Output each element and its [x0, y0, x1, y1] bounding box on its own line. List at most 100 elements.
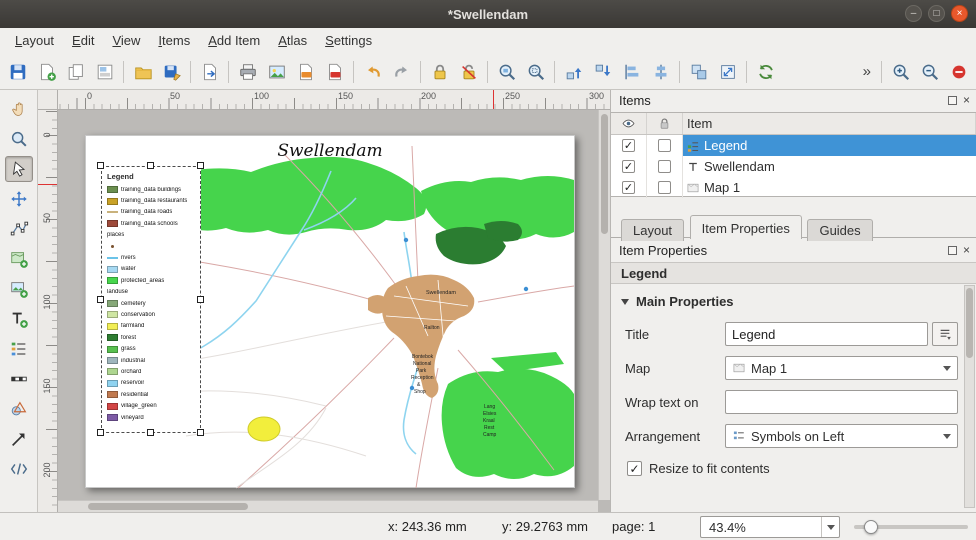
raise-items-button[interactable]	[560, 59, 587, 85]
ruler-number: 150	[338, 91, 353, 101]
float-panel-button[interactable]	[948, 96, 957, 105]
arrangement-select[interactable]: Symbols on Left	[725, 424, 958, 448]
print-button[interactable]	[234, 59, 261, 85]
close-panel-icon[interactable]: ×	[963, 245, 970, 255]
tab-layout[interactable]: Layout	[621, 219, 684, 241]
layout-page[interactable]: Swellendam	[85, 135, 575, 488]
lock-checkbox[interactable]	[658, 160, 671, 173]
pan-button[interactable]	[5, 96, 33, 122]
add-arrow-button[interactable]	[5, 426, 33, 452]
menu-item[interactable]: Settings	[316, 28, 381, 53]
wrap-text-input[interactable]	[725, 390, 958, 414]
group-items-button[interactable]	[685, 59, 712, 85]
selection-handle[interactable]	[197, 296, 204, 303]
tab-item-properties[interactable]: Item Properties	[690, 215, 802, 239]
selection-handle[interactable]	[197, 429, 204, 436]
new-layout-button[interactable]	[33, 59, 60, 85]
save-project-button[interactable]	[4, 59, 31, 85]
legend-item[interactable]: Legend training_data buildings	[101, 166, 201, 433]
add-scalebar-button[interactable]	[5, 366, 33, 392]
zoom-full-icon	[497, 62, 517, 82]
visibility-checkbox[interactable]	[622, 139, 635, 152]
title-input[interactable]	[725, 322, 928, 346]
refresh-button[interactable]	[752, 59, 779, 85]
zoom-region-button[interactable]	[522, 59, 549, 85]
lower-items-button[interactable]	[589, 59, 616, 85]
add-label-button[interactable]	[5, 306, 33, 332]
edit-nodes-item-button[interactable]	[5, 216, 33, 242]
map-select[interactable]: Map 1	[725, 356, 958, 380]
unlock-items-button[interactable]	[455, 59, 482, 85]
resize-to-fit-checkbox[interactable]	[627, 461, 642, 476]
zoom-dropdown-button[interactable]	[821, 517, 839, 537]
menu-item[interactable]: View	[103, 28, 149, 53]
items-row-legend[interactable]: Legend	[611, 135, 976, 156]
menu-item[interactable]: Edit	[63, 28, 103, 53]
zoom-slider-thumb[interactable]	[864, 520, 878, 534]
zoom-in-button[interactable]	[887, 59, 914, 85]
selection-handle[interactable]	[97, 296, 104, 303]
page-title-label[interactable]: Swellendam	[86, 141, 574, 161]
redo-button[interactable]	[388, 59, 415, 85]
add-shape-button[interactable]	[5, 396, 33, 422]
export-svg-button[interactable]	[292, 59, 319, 85]
canvas-vertical-scrollbar[interactable]	[598, 110, 610, 500]
float-panel-button[interactable]	[948, 246, 957, 255]
properties-scrollbar[interactable]	[964, 285, 975, 508]
duplicate-layout-button[interactable]	[62, 59, 89, 85]
selection-handle[interactable]	[97, 162, 104, 169]
add-picture-button[interactable]	[5, 276, 33, 302]
main-properties-section[interactable]: Main Properties	[611, 290, 962, 313]
items-row-swellendam[interactable]: Swellendam	[611, 156, 976, 177]
close-button[interactable]: ×	[951, 5, 968, 22]
selection-handle[interactable]	[197, 162, 204, 169]
add-legend-button[interactable]	[5, 336, 33, 362]
lock-checkbox[interactable]	[658, 181, 671, 194]
zoom-button[interactable]	[5, 126, 33, 152]
data-defined-override-button[interactable]	[932, 322, 958, 346]
undo-button[interactable]	[359, 59, 386, 85]
minimize-button[interactable]: –	[905, 5, 922, 22]
menu-item[interactable]: Layout	[6, 28, 63, 53]
add-pages-button[interactable]	[196, 59, 223, 85]
zoom-full-button[interactable]	[493, 59, 520, 85]
align-left-icon	[622, 62, 642, 82]
items-panel-title: Items	[619, 93, 651, 108]
tab-guides[interactable]: Guides	[807, 219, 872, 241]
zoom-level-combobox[interactable]: 43.4%	[700, 516, 840, 538]
align-left-button[interactable]	[618, 59, 645, 85]
layout-canvas[interactable]: Swellendam	[58, 110, 610, 512]
maximize-button[interactable]: □	[928, 5, 945, 22]
selection-handle[interactable]	[97, 429, 104, 436]
menu-item[interactable]: Add Item	[199, 28, 269, 53]
menu-item[interactable]: Atlas	[269, 28, 316, 53]
add-map-button[interactable]	[5, 246, 33, 272]
open-button[interactable]	[129, 59, 156, 85]
layout-manager-button[interactable]	[91, 59, 118, 85]
lock-items-button[interactable]	[426, 59, 453, 85]
close-panel-icon[interactable]: ×	[963, 95, 970, 105]
export-pdf-button[interactable]	[321, 59, 348, 85]
zoom-out-button[interactable]	[916, 59, 943, 85]
select-move-item-button[interactable]	[5, 156, 33, 182]
zoom-slider[interactable]	[854, 513, 968, 540]
move-item-content-button[interactable]	[5, 186, 33, 212]
visibility-checkbox[interactable]	[622, 160, 635, 173]
zoom-actual-button[interactable]	[945, 59, 972, 85]
visibility-checkbox[interactable]	[622, 181, 635, 194]
canvas-horizontal-scrollbar[interactable]	[58, 500, 598, 512]
menu-item[interactable]: Items	[149, 28, 199, 53]
save-as-template-button[interactable]	[158, 59, 185, 85]
maximize-icon: □	[933, 8, 939, 19]
toolbar-overflow-button[interactable]: »	[858, 63, 876, 80]
selection-handle[interactable]	[147, 429, 154, 436]
resize-items-button[interactable]	[714, 59, 741, 85]
export-image-button[interactable]	[263, 59, 290, 85]
left-ruler: 0 50 100 150 200	[38, 110, 58, 512]
add-html-button[interactable]	[5, 456, 33, 482]
items-row-map1[interactable]: Map 1	[611, 177, 976, 198]
lock-checkbox[interactable]	[658, 139, 671, 152]
selection-handle[interactable]	[147, 162, 154, 169]
align-center-button[interactable]	[647, 59, 674, 85]
legend-entry	[107, 241, 195, 252]
